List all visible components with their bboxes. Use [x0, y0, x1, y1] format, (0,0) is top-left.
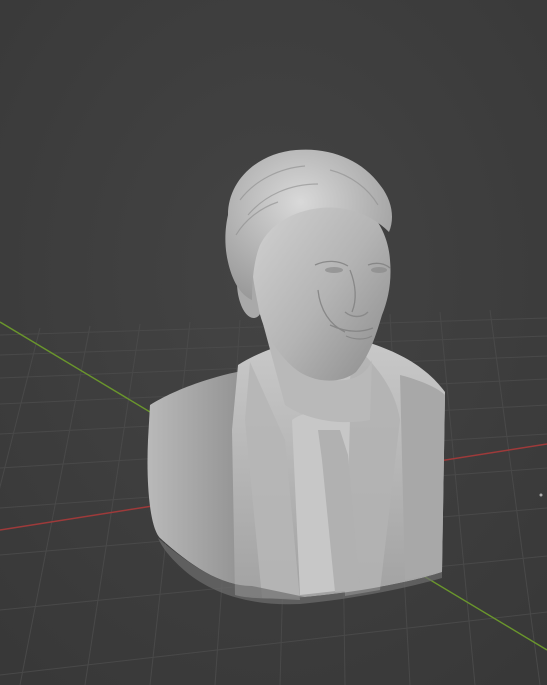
- origin-point: [539, 493, 543, 497]
- viewport-canvas[interactable]: [0, 0, 547, 685]
- 3d-viewport[interactable]: [0, 0, 547, 685]
